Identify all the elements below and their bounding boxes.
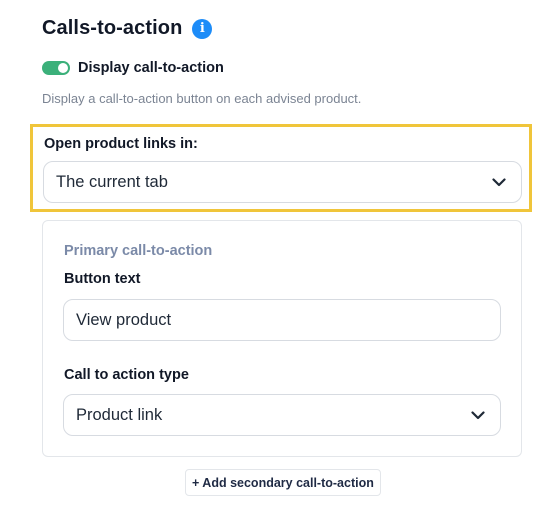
product-links-label: Open product links in: xyxy=(44,136,198,152)
display-cta-toggle-row: Display call-to-action xyxy=(42,60,224,76)
product-links-value: The current tab xyxy=(56,172,168,191)
product-links-highlight: Open product links in: The current tab xyxy=(30,124,532,212)
chevron-down-icon xyxy=(491,174,507,190)
info-icon[interactable]: i xyxy=(192,18,213,39)
primary-cta-subtitle: Primary call-to-action xyxy=(64,243,213,259)
display-cta-label: Display call-to-action xyxy=(78,60,224,76)
cta-type-label: Call to action type xyxy=(64,367,189,383)
add-secondary-cta-button[interactable]: + Add secondary call-to-action xyxy=(185,469,381,496)
cta-type-value: Product link xyxy=(76,405,163,424)
button-text-label: Button text xyxy=(64,271,141,287)
helper-text: Display a call-to-action button on each … xyxy=(42,91,362,106)
product-links-select[interactable]: The current tab xyxy=(43,161,522,203)
section-header: Calls-to-action i xyxy=(42,17,213,40)
cta-type-select[interactable]: Product link xyxy=(63,394,501,436)
primary-cta-card: Primary call-to-action Button text Call … xyxy=(42,220,522,457)
display-cta-toggle[interactable] xyxy=(42,61,70,75)
chevron-down-icon xyxy=(470,407,486,423)
call-to-action-settings: Calls-to-action i Display call-to-action… xyxy=(0,0,555,516)
section-title: Calls-to-action xyxy=(42,17,183,39)
button-text-input[interactable] xyxy=(63,299,501,341)
